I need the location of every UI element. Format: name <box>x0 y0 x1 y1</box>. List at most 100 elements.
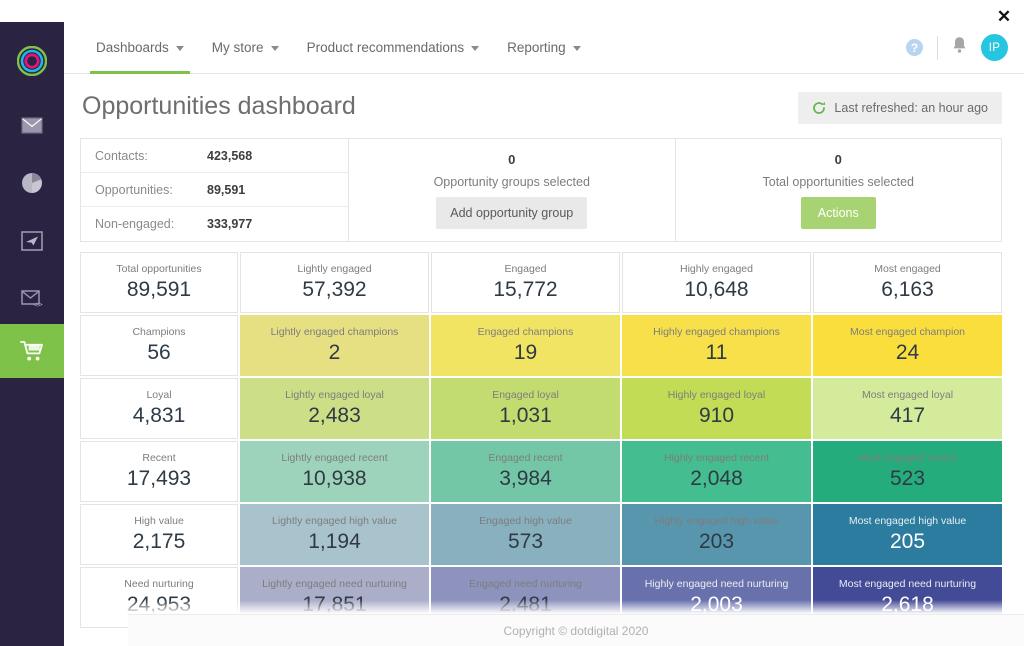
tile-value: 17,493 <box>126 466 192 490</box>
tile-label: Need nurturing <box>124 578 194 591</box>
close-icon[interactable]: ✕ <box>992 4 1016 28</box>
tile-value: 1,194 <box>308 529 361 553</box>
matrix-row-loyal: Loyal 4,831 Lightly engaged loyal 2,483 … <box>80 378 1002 439</box>
notifications-bell-icon[interactable] <box>952 36 967 59</box>
tile[interactable]: Highly engaged recent 2,048 <box>622 441 811 502</box>
tile-value: 15,772 <box>493 277 558 301</box>
top-navigation: Dashboards My store Product recommendati… <box>64 22 1024 74</box>
tile[interactable]: Highly engaged champions 11 <box>622 315 811 376</box>
tile-value: 19 <box>513 340 538 364</box>
tile[interactable]: Engaged champions 19 <box>431 315 620 376</box>
matrix-row-champions: Champions 56 Lightly engaged champions 2… <box>80 315 1002 376</box>
tile-label: Most engaged need nurturing <box>838 578 977 591</box>
tile[interactable]: Engaged recent 3,984 <box>431 441 620 502</box>
total-selected-count: 0 <box>834 151 842 167</box>
tile-label: Lightly engaged loyal <box>285 389 384 402</box>
tile[interactable]: Engaged high value 573 <box>431 504 620 565</box>
nav-item-my-store[interactable]: My store <box>198 22 293 73</box>
tile-value: 2,048 <box>690 466 743 490</box>
tile[interactable]: Lightly engaged high value 1,194 <box>240 504 429 565</box>
nav-right-actions: ? IP <box>906 22 1008 73</box>
main-area: Dashboards My store Product recommendati… <box>64 22 1024 646</box>
tile-label: Lightly engaged champions <box>270 326 399 339</box>
tile[interactable]: Lightly engaged recent 10,938 <box>240 441 429 502</box>
sidebar-item-commerce[interactable] <box>0 324 64 378</box>
tile-label: Engaged loyal <box>492 389 559 402</box>
tile-label: Engaged recent <box>488 452 563 465</box>
total-opportunities-panel: 0 Total opportunities selected Actions <box>674 139 1002 241</box>
tile-value: 2 <box>328 340 341 364</box>
tile-value: 2,003 <box>690 592 743 616</box>
tile[interactable]: Most engaged 6,163 <box>813 252 1002 313</box>
tile-label: Engaged need nurturing <box>469 578 582 591</box>
matrix-row-total: Total opportunities 89,591 Lightly engag… <box>80 252 1002 313</box>
tile-value: 523 <box>889 466 926 490</box>
tile-label: Most engaged recent <box>858 452 957 465</box>
tile-label: Total opportunities <box>116 263 202 276</box>
stat-label: Non-engaged: <box>95 217 175 231</box>
tile[interactable]: High value 2,175 <box>80 504 238 565</box>
tile-value: 4,831 <box>132 403 186 427</box>
chevron-down-icon <box>175 46 184 51</box>
email-code-icon[interactable]: <> <box>0 274 64 324</box>
nav-item-dashboards[interactable]: Dashboards <box>82 22 198 74</box>
last-refreshed-badge[interactable]: Last refreshed: an hour ago <box>798 92 1002 124</box>
tile-value: 573 <box>507 529 544 553</box>
tile-label: Engaged champions <box>477 326 574 339</box>
tile[interactable]: Most engaged champion 24 <box>813 315 1002 376</box>
footer: Copyright © dotdigital 2020 <box>128 614 1024 646</box>
tile-value: 24,953 <box>126 592 192 616</box>
copyright-text: Copyright © dotdigital 2020 <box>503 623 649 638</box>
tile-label: Highly engaged high value <box>654 515 779 528</box>
campaign-frame-icon[interactable] <box>0 216 64 266</box>
tile[interactable]: Total opportunities 89,591 <box>80 252 238 313</box>
summary-stat-non-engaged: Non-engaged: 333,977 <box>81 207 348 241</box>
nav-item-product-recommendations[interactable]: Product recommendations <box>293 22 494 73</box>
tile[interactable]: Highly engaged loyal 910 <box>622 378 811 439</box>
tile[interactable]: Recent 17,493 <box>80 441 238 502</box>
tile[interactable]: Most engaged high value 205 <box>813 504 1002 565</box>
nav-item-reporting[interactable]: Reporting <box>493 22 595 73</box>
tile[interactable]: Engaged 15,772 <box>431 252 620 313</box>
app-window: <> Dashboards My store Product recommend… <box>0 22 1024 646</box>
tile[interactable]: Lightly engaged 57,392 <box>240 252 429 313</box>
summary-stat-contacts: Contacts: 423,568 <box>81 139 348 173</box>
tile[interactable]: Highly engaged high value 203 <box>622 504 811 565</box>
tile-label: Highly engaged need nurturing <box>644 578 789 591</box>
actions-button[interactable]: Actions <box>800 196 876 229</box>
tile[interactable]: Lightly engaged loyal 2,483 <box>240 378 429 439</box>
stat-label: Contacts: <box>95 148 148 163</box>
help-icon[interactable]: ? <box>906 39 923 56</box>
sidebar-item-email[interactable] <box>0 100 64 150</box>
chevron-down-icon <box>572 46 581 51</box>
tile[interactable]: Most engaged recent 523 <box>813 441 1002 502</box>
tile-value: 2,483 <box>308 403 361 427</box>
tile-label: Recent <box>142 452 176 465</box>
nav-item-label: My store <box>211 40 264 55</box>
svg-text:<>: <> <box>33 300 43 308</box>
stat-label: Opportunities: <box>95 182 173 197</box>
tile[interactable]: Engaged loyal 1,031 <box>431 378 620 439</box>
refresh-icon <box>812 101 826 115</box>
page-header: Opportunities dashboard Last refreshed: … <box>80 92 1002 124</box>
tile-value: 205 <box>889 529 926 553</box>
tile-value: 10,938 <box>302 466 367 490</box>
dotdigital-target-logo[interactable] <box>0 30 64 92</box>
chevron-down-icon <box>471 46 480 51</box>
tile-value: 203 <box>698 529 735 553</box>
tile[interactable]: Loyal 4,831 <box>80 378 238 439</box>
tile[interactable]: Highly engaged 10,648 <box>622 252 811 313</box>
avatar[interactable]: IP <box>981 34 1008 61</box>
summary-stat-opportunities: Opportunities: 89,591 <box>81 173 348 207</box>
tile-value: 2,481 <box>499 592 552 616</box>
tile[interactable]: Lightly engaged champions 2 <box>240 315 429 376</box>
tile-label: Lightly engaged recent <box>281 452 388 465</box>
nav-item-label: Product recommendations <box>306 40 465 55</box>
add-opportunity-group-button[interactable]: Add opportunity group <box>436 196 588 229</box>
tile[interactable]: Champions 56 <box>80 315 238 376</box>
tile-value: 2,175 <box>132 529 186 553</box>
tile-value: 417 <box>889 403 926 427</box>
tile-value: 3,984 <box>499 466 552 490</box>
tile[interactable]: Most engaged loyal 417 <box>813 378 1002 439</box>
analytics-pie-icon[interactable] <box>0 158 64 208</box>
